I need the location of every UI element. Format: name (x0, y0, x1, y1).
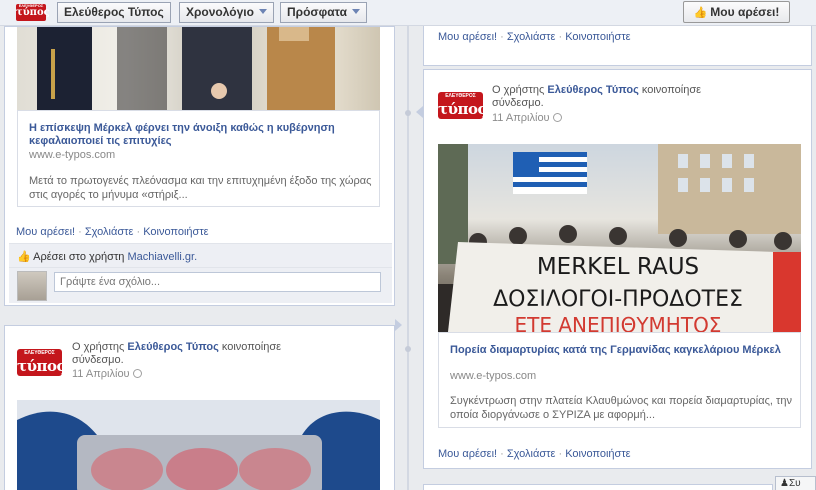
chat-tab[interactable]: ♟Συ (775, 476, 816, 490)
post-header: Ο χρήστης Ελεύθερος Τύπος κοινοποίησε σύ… (72, 341, 282, 366)
card-pointer (416, 106, 423, 118)
page-logo[interactable]: ΕΛΕΥΘΕΡΟΣ τύπος (16, 4, 50, 21)
publisher-logo[interactable]: ΕΛΕΥΘΕΡΟΣ τύπος (17, 349, 66, 376)
post-card-next (423, 484, 773, 490)
post-card-prev: Μου αρέσει! · Σχολιάστε · Κοινοποιήστε (423, 26, 812, 66)
page-like-button[interactable]: 👍 Μου αρέσει! (683, 1, 790, 23)
banner-text: MERKEL RAUS (537, 254, 699, 280)
link-preview[interactable]: Πορεία διαμαρτυρίας κατά της Γερμανίδας … (438, 332, 801, 428)
photo-merkel-visit (37, 27, 335, 110)
timeline-dot (405, 346, 411, 352)
post-card: ΕΛΕΥΘΕΡΟΣ τύπος Ο χρήστης Ελεύθερος Τύπο… (4, 325, 395, 490)
thumbs-up-icon: 👍 (693, 7, 708, 19)
timestamp-link[interactable]: 11 Απριλίου (72, 368, 130, 380)
link-title[interactable]: Πορεία διαμαρτυρίας κατά της Γερμανίδας … (450, 344, 795, 357)
author-link[interactable]: Ελεύθερος Τύπος (127, 341, 218, 353)
post-date: 11 Απριλίου (492, 112, 562, 124)
timeline-spine (407, 26, 409, 490)
link-title[interactable]: Η επίσκεψη Μέρκελ φέρνει την άνοιξη καθώ… (29, 122, 374, 148)
link-photo[interactable] (17, 27, 380, 110)
post-actions: Μου αρέσει! · Σχολιάστε · Κοινοποιήστε (438, 448, 631, 460)
post-actions: Μου αρέσει! · Σχολιάστε · Κοινοποιήστε (16, 226, 209, 238)
comment-link[interactable]: Σχολιάστε (85, 226, 134, 238)
post-actions: Μου αρέσει! · Σχολιάστε · Κοινοποιήστε (438, 31, 631, 43)
timeline-dot (405, 110, 411, 116)
thumbs-up-icon: 👍 (17, 251, 31, 263)
avatar (17, 271, 47, 301)
link-url: www.e-typos.com (29, 149, 116, 161)
chevron-down-icon (258, 9, 267, 14)
like-link[interactable]: Μου αρέσει! (438, 31, 497, 43)
post-date: 11 Απριλίου (72, 368, 142, 380)
globe-icon (132, 369, 142, 378)
comment-input[interactable]: Γράψτε ένα σχόλιο... (54, 272, 381, 292)
recent-menu[interactable]: Πρόσφατα (280, 2, 367, 23)
share-link[interactable]: Κοινοποιήστε (565, 31, 630, 43)
author-link[interactable]: Ελεύθερος Τύπος (547, 84, 638, 96)
timeline-menu[interactable]: Χρονολόγιο (179, 2, 274, 23)
post-card: Η επίσκεψη Μέρκελ φέρνει την άνοιξη καθώ… (4, 26, 395, 306)
link-photo[interactable]: MERKEL RAUS ΔΟΣΙΛΟΓΟΙ-ΠΡΟΔΟΤΕΣ ΕΤΕ ΑΝΕΠΙ… (438, 144, 801, 332)
link-url: www.e-typos.com (450, 370, 537, 382)
like-link[interactable]: Μου αρέσει! (438, 448, 497, 460)
user-icon: ♟ (780, 478, 789, 489)
globe-icon (552, 113, 562, 122)
card-pointer (395, 319, 402, 331)
comment-link[interactable]: Σχολιάστε (507, 31, 556, 43)
like-link[interactable]: Μου αρέσει! (16, 226, 75, 238)
divider (9, 243, 392, 244)
banner-text: ΕΤΕ ΑΝΕΠΙΘΥΜΗΤΟΣ (515, 313, 722, 332)
page-name-button[interactable]: Ελεύθερος Τύπος (57, 2, 171, 23)
link-preview[interactable]: Η επίσκεψη Μέρκελ φέρνει την άνοιξη καθώ… (17, 110, 380, 207)
timestamp-link[interactable]: 11 Απριλίου (492, 112, 550, 124)
link-description: Συγκέντρωση στην πλατεία Κλαυθμώνος και … (450, 395, 792, 421)
share-link[interactable]: Κοινοποιήστε (565, 448, 630, 460)
share-link[interactable]: Κοινοποιήστε (143, 226, 208, 238)
link-photo[interactable] (17, 400, 380, 490)
feedback-area: 👍 Αρέσει στο χρήστη Machiavelli.gr. Γράψ… (9, 243, 392, 303)
divider (9, 267, 392, 268)
comment-link[interactable]: Σχολιάστε (507, 448, 556, 460)
page-header-bar: ΕΛΕΥΘΕΡΟΣ τύπος Ελεύθερος Τύπος Χρονολόγ… (0, 0, 816, 26)
like-count-row: 👍 Αρέσει στο χρήστη Machiavelli.gr. (17, 251, 198, 263)
post-card: ΕΛΕΥΘΕΡΟΣ τύπος Ο χρήστης Ελεύθερος Τύπο… (423, 69, 812, 469)
link-description: Μετά το πρωτογενές πλεόνασμα και την επι… (29, 175, 372, 201)
photo-protest: MERKEL RAUS ΔΟΣΙΛΟΓΟΙ-ΠΡΟΔΟΤΕΣ ΕΤΕ ΑΝΕΠΙ… (438, 144, 801, 332)
chevron-down-icon (352, 9, 360, 14)
publisher-logo[interactable]: ΕΛΕΥΘΕΡΟΣ τύπος (438, 92, 487, 119)
photo-lab-dish (17, 400, 380, 490)
liker-link[interactable]: Machiavelli.gr. (127, 251, 197, 263)
banner-text: ΔΟΣΙΛΟΓΟΙ-ΠΡΟΔΟΤΕΣ (493, 287, 743, 312)
post-header: Ο χρήστης Ελεύθερος Τύπος κοινοποίησε σύ… (492, 84, 702, 109)
